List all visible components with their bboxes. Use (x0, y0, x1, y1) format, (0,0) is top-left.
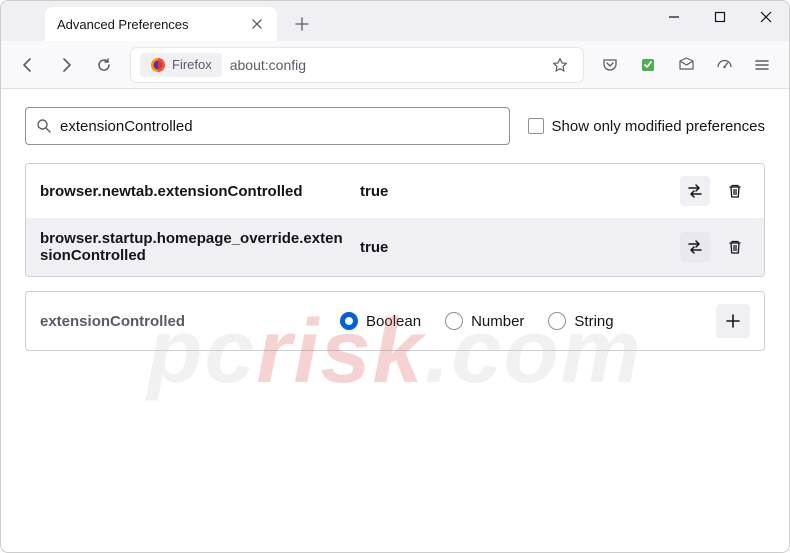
search-value: extensionControlled (60, 118, 499, 135)
minimize-button[interactable] (651, 1, 697, 33)
radio-label: Number (471, 313, 524, 330)
browser-tab[interactable]: Advanced Preferences (45, 7, 277, 41)
toolbar: Firefox about:config (1, 41, 789, 89)
toggle-button[interactable] (680, 176, 710, 206)
pref-value: true (360, 183, 670, 200)
preferences-table: browser.newtab.extensionControlled true … (25, 163, 765, 277)
delete-button[interactable] (720, 176, 750, 206)
search-input[interactable]: extensionControlled (25, 107, 510, 145)
radio-boolean[interactable]: Boolean (340, 312, 421, 330)
url-text: about:config (230, 57, 546, 73)
content-area: extensionControlled Show only modified p… (1, 89, 789, 369)
add-button[interactable] (716, 304, 750, 338)
back-button[interactable] (11, 48, 45, 82)
bookmark-star-icon[interactable] (546, 57, 574, 73)
pocket-icon[interactable] (593, 48, 627, 82)
radio-label: String (574, 313, 613, 330)
browser-window: Advanced Preferences (0, 0, 790, 553)
close-window-button[interactable] (743, 1, 789, 33)
titlebar: Advanced Preferences (1, 1, 789, 41)
new-preference-row: extensionControlled Boolean Number Strin… (25, 291, 765, 351)
table-row: browser.newtab.extensionControlled true (26, 164, 764, 218)
pref-name: browser.startup.homepage_override.extens… (40, 230, 350, 264)
search-row: extensionControlled Show only modified p… (25, 107, 765, 145)
close-icon[interactable] (249, 16, 265, 32)
radio-icon[interactable] (340, 312, 358, 330)
radio-number[interactable]: Number (445, 312, 524, 330)
pref-value: true (360, 239, 670, 256)
url-bar[interactable]: Firefox about:config (131, 48, 583, 82)
show-modified-checkbox-row[interactable]: Show only modified preferences (528, 118, 765, 135)
type-radio-group: Boolean Number String (340, 312, 706, 330)
tab-title: Advanced Preferences (57, 17, 189, 32)
radio-label: Boolean (366, 313, 421, 330)
show-modified-label: Show only modified preferences (552, 118, 765, 135)
window-controls (651, 1, 789, 33)
menu-icon[interactable] (745, 48, 779, 82)
radio-icon[interactable] (548, 312, 566, 330)
forward-button[interactable] (49, 48, 83, 82)
delete-button[interactable] (720, 232, 750, 262)
table-row: browser.startup.homepage_override.extens… (26, 218, 764, 276)
firefox-icon (150, 57, 166, 73)
mail-icon[interactable] (669, 48, 703, 82)
new-pref-name: extensionControlled (40, 313, 330, 330)
pref-name: browser.newtab.extensionControlled (40, 183, 350, 200)
maximize-button[interactable] (697, 1, 743, 33)
extension-icon[interactable] (631, 48, 665, 82)
identity-box[interactable]: Firefox (140, 53, 222, 77)
reload-button[interactable] (87, 48, 121, 82)
radio-string[interactable]: String (548, 312, 613, 330)
identity-label: Firefox (172, 57, 212, 72)
dashboard-icon[interactable] (707, 48, 741, 82)
checkbox-icon[interactable] (528, 118, 544, 134)
toggle-button[interactable] (680, 232, 710, 262)
new-tab-button[interactable] (287, 9, 317, 39)
radio-icon[interactable] (445, 312, 463, 330)
search-icon (36, 118, 52, 134)
